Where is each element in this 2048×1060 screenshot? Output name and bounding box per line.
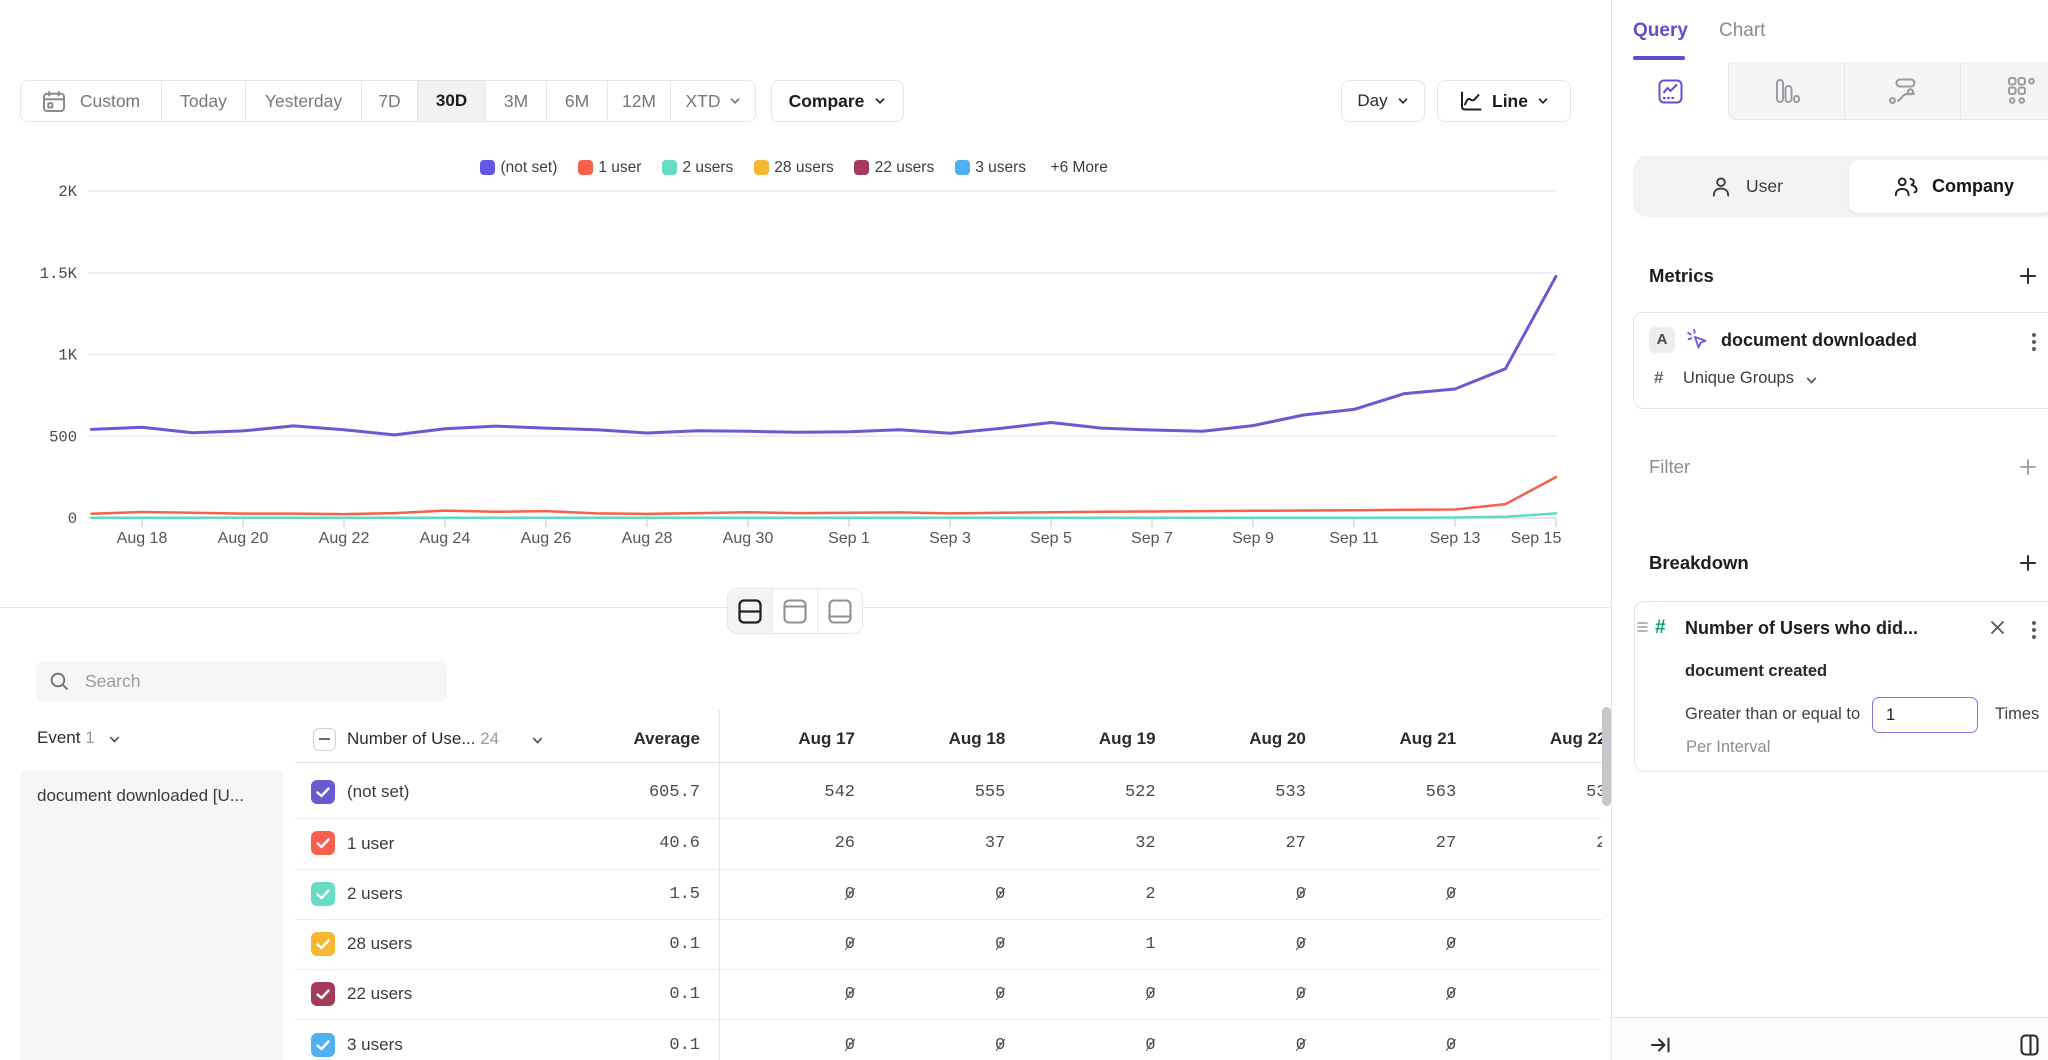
svg-text:Sep 3: Sep 3 bbox=[929, 530, 971, 547]
svg-text:Sep 5: Sep 5 bbox=[1030, 530, 1072, 547]
svg-text:1K: 1K bbox=[58, 347, 77, 365]
svg-text:Sep 9: Sep 9 bbox=[1232, 530, 1274, 547]
svg-text:500: 500 bbox=[49, 428, 77, 446]
svg-text:Sep 13: Sep 13 bbox=[1430, 530, 1481, 547]
svg-text:Aug 24: Aug 24 bbox=[420, 530, 471, 547]
svg-text:Sep 1: Sep 1 bbox=[828, 530, 870, 547]
svg-text:Aug 18: Aug 18 bbox=[117, 530, 168, 547]
svg-text:Aug 26: Aug 26 bbox=[521, 530, 572, 547]
svg-text:Aug 22: Aug 22 bbox=[319, 530, 370, 547]
svg-text:Sep 7: Sep 7 bbox=[1131, 530, 1173, 547]
svg-text:Sep 15: Sep 15 bbox=[1511, 530, 1562, 547]
svg-text:1.5K: 1.5K bbox=[40, 265, 78, 283]
svg-text:Sep 11: Sep 11 bbox=[1329, 530, 1379, 547]
svg-text:Aug 30: Aug 30 bbox=[723, 530, 774, 547]
svg-text:Aug 20: Aug 20 bbox=[218, 530, 269, 547]
svg-text:0: 0 bbox=[68, 510, 77, 528]
svg-text:Aug 28: Aug 28 bbox=[622, 530, 673, 547]
svg-text:2K: 2K bbox=[58, 183, 77, 201]
